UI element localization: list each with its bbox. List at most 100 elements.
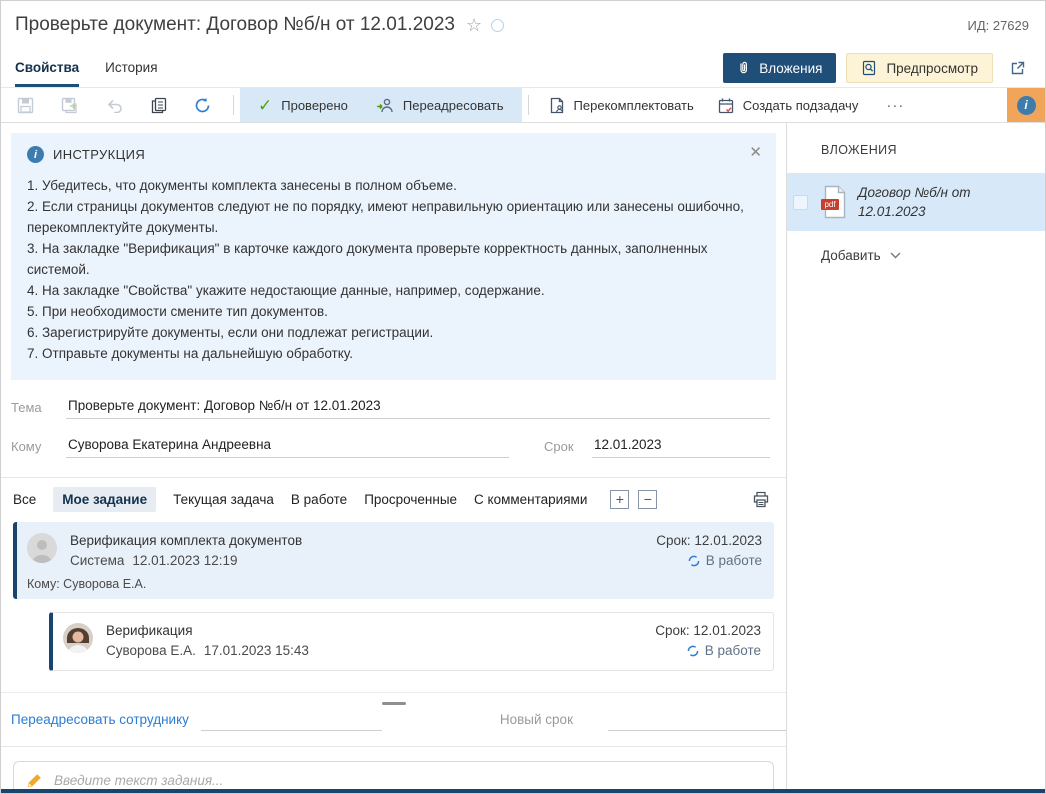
save-icon[interactable]: [17, 97, 34, 114]
info-icon: i: [1017, 96, 1036, 115]
new-due-input[interactable]: [608, 709, 786, 731]
undo-icon[interactable]: [106, 98, 124, 113]
recomplete-button[interactable]: Перекомплектовать: [549, 97, 694, 114]
favorite-star-icon[interactable]: ☆: [466, 16, 482, 34]
to-label: Кому: [11, 439, 66, 458]
verified-button[interactable]: ✓ Проверено: [258, 97, 348, 114]
toolbar-primary-actions: ✓ Проверено Переадресовать: [240, 88, 522, 122]
task-addressee: Кому: Суворова Е.А.: [27, 577, 762, 591]
attachments-button[interactable]: Вложения: [723, 53, 836, 83]
task-card-right: Срок: 12.01.2023 В работе: [656, 531, 762, 571]
create-subtask-button[interactable]: Создать подзадачу: [718, 97, 859, 114]
print-button[interactable]: [752, 491, 770, 508]
task-datetime: 12.01.2023 12:19: [132, 553, 237, 568]
attachments-panel-title: ВЛОЖЕНИЯ: [821, 143, 1045, 157]
instruction-header: i ИНСТРУКЦИЯ: [27, 146, 760, 163]
toolbar-secondary-actions: Перекомплектовать Создать подзадачу ···: [535, 88, 923, 122]
task-datetime: 17.01.2023 15:43: [204, 643, 309, 658]
task-status: В работе: [656, 551, 762, 571]
subject-row: Тема: [1, 397, 786, 419]
subtask-calendar-icon: [718, 97, 734, 114]
attachments-button-label: Вложения: [759, 61, 822, 76]
forward-employee-input[interactable]: [201, 709, 382, 731]
task-due: Срок: 12.01.2023: [655, 621, 761, 641]
check-icon: ✓: [258, 97, 272, 114]
instruction-line: 7. Отправьте документы на дальнейшую обр…: [27, 343, 760, 364]
chevron-down-icon: [890, 252, 901, 259]
addressee-row: Кому Срок: [1, 436, 786, 458]
filter-my-task[interactable]: Мое задание: [53, 487, 156, 512]
expand-all-button[interactable]: +: [610, 490, 629, 509]
action-toolbar: ✓ Проверено Переадресовать Перекомплекто…: [1, 87, 1045, 123]
in-progress-sync-icon: [688, 555, 700, 567]
create-subtask-button-label: Создать подзадачу: [743, 98, 859, 113]
unread-indicator-icon[interactable]: [491, 19, 504, 32]
content-area: i ИНСТРУКЦИЯ ✕ 1. Убедитесь, что докумен…: [1, 123, 1045, 789]
task-card-child[interactable]: Верификация Суворова Е.А. 17.01.2023 15:4…: [49, 612, 774, 671]
refresh-icon[interactable]: [194, 97, 211, 114]
instruction-line: 5. При необходимости смените тип докумен…: [27, 301, 760, 322]
task-form-pane: i ИНСТРУКЦИЯ ✕ 1. Убедитесь, что докумен…: [1, 123, 787, 789]
attachments-panel: ВЛОЖЕНИЯ pdf Договор №б/н от 12.01.2023 …: [787, 123, 1045, 789]
more-actions-button[interactable]: ···: [882, 97, 908, 114]
task-card-root[interactable]: Верификация комплекта документов Система…: [13, 522, 774, 599]
tab-row: Свойства История Вложения Предпросмотр: [1, 49, 1045, 87]
collapse-all-button[interactable]: −: [638, 490, 657, 509]
to-input[interactable]: [66, 436, 509, 458]
forward-button[interactable]: Переадресовать: [376, 97, 504, 113]
close-icon[interactable]: ✕: [749, 143, 762, 161]
subject-input[interactable]: [66, 397, 770, 419]
svg-text:pdf: pdf: [824, 200, 836, 209]
forward-to-employee-link[interactable]: Переадресовать сотруднику: [11, 712, 189, 731]
filter-all[interactable]: Все: [13, 492, 36, 507]
instruction-title: ИНСТРУКЦИЯ: [53, 147, 145, 162]
window-bottom-accent: [1, 789, 1045, 793]
forward-person-icon: [376, 97, 394, 113]
expand-collapse-group: + −: [610, 490, 657, 509]
task-card-right: Срок: 12.01.2023 В работе: [655, 621, 761, 661]
add-attachment-button[interactable]: Добавить: [821, 248, 1045, 263]
divider: [1, 692, 786, 693]
task-status: В работе: [655, 641, 761, 661]
user-avatar: [63, 623, 93, 653]
task-window: Проверьте документ: Договор №б/н от 12.0…: [0, 0, 1046, 794]
printer-icon: [752, 491, 770, 508]
filter-with-comments[interactable]: С комментариями: [474, 492, 587, 507]
due-input[interactable]: [592, 436, 770, 458]
paperclip-icon: [737, 60, 750, 76]
filter-current-task[interactable]: Текущая задача: [173, 492, 274, 507]
preview-button[interactable]: Предпросмотр: [846, 53, 993, 83]
system-avatar: [27, 533, 57, 563]
external-link-icon: [1009, 60, 1026, 77]
attachment-checkbox[interactable]: [793, 195, 808, 210]
filter-overdue[interactable]: Просроченные: [364, 492, 457, 507]
task-author: Суворова Е.А.: [106, 643, 196, 658]
instruction-line: 4. На закладке "Свойства" укажите недост…: [27, 280, 760, 301]
document-id: ИД: 27629: [967, 18, 1029, 33]
task-title: Верификация: [106, 621, 309, 641]
task-card-main: Верификация комплекта документов Система…: [27, 531, 762, 571]
open-in-window-button[interactable]: [1003, 54, 1031, 82]
attachment-item[interactable]: pdf Договор №б/н от 12.01.2023: [787, 173, 1045, 231]
splitter-drag-handle[interactable]: [382, 702, 406, 705]
task-card-main: Верификация Суворова Е.А. 17.01.2023 15:4…: [63, 621, 761, 661]
recomplete-button-label: Перекомплектовать: [574, 98, 694, 113]
tab-history[interactable]: История: [105, 49, 157, 87]
page-title: Проверьте документ: Договор №б/н от 12.0…: [15, 14, 455, 36]
copy-icon[interactable]: [151, 97, 167, 114]
instruction-toggle-button[interactable]: i: [1007, 88, 1045, 122]
reassign-row: Переадресовать сотруднику Новый срок: [1, 709, 786, 731]
tab-properties[interactable]: Свойства: [15, 49, 79, 87]
verified-button-label: Проверено: [281, 98, 348, 113]
task-card-texts: Верификация Суворова Е.А. 17.01.2023 15:4…: [106, 621, 309, 661]
divider: [1, 746, 786, 747]
instruction-line: 1. Убедитесь, что документы комплекта за…: [27, 175, 760, 196]
task-due: Срок: 12.01.2023: [656, 531, 762, 551]
save-all-icon[interactable]: [61, 97, 79, 114]
task-title: Верификация комплекта документов: [70, 531, 302, 551]
filter-in-progress[interactable]: В работе: [291, 492, 347, 507]
task-author: Система: [70, 553, 124, 568]
in-progress-sync-icon: [687, 645, 699, 657]
instruction-line: 2. Если страницы документов следуют не п…: [27, 196, 760, 238]
info-icon: i: [27, 146, 44, 163]
